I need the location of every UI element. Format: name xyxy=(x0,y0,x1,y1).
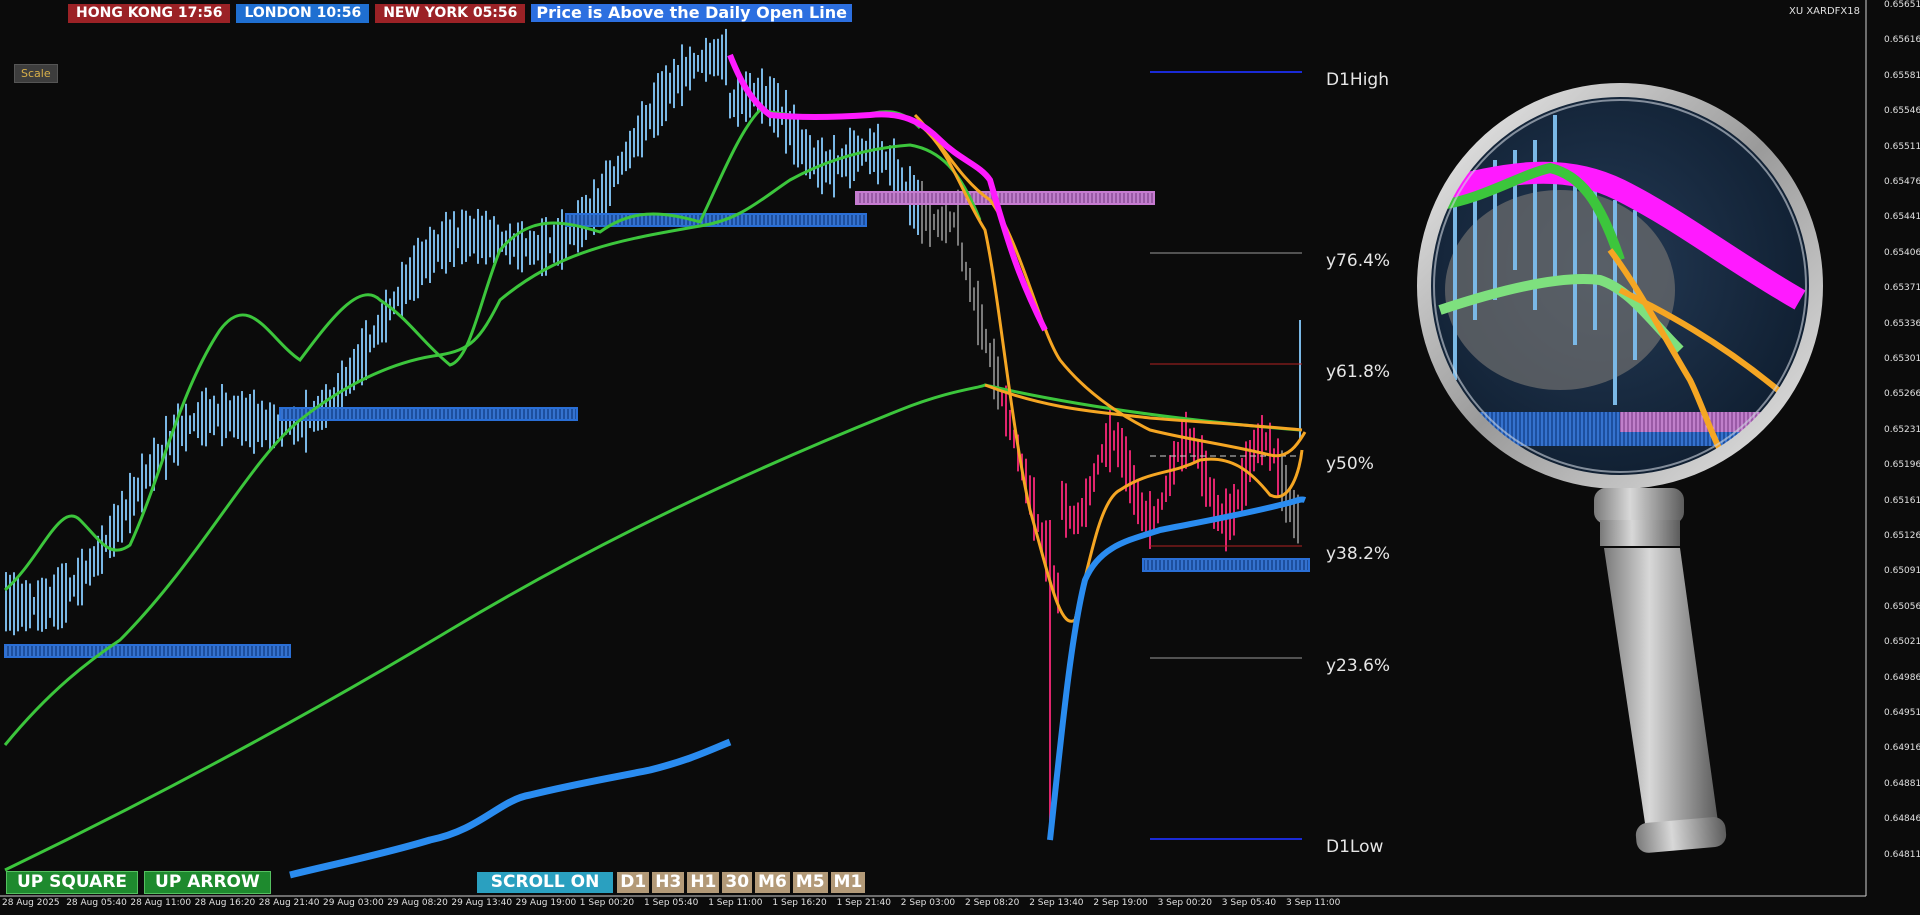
timeframe-m6-button[interactable]: M6 xyxy=(755,872,790,893)
level-d1-high: D1High xyxy=(1326,70,1389,90)
candles-bear xyxy=(1001,385,1279,840)
up-square-button[interactable]: UP SQUARE xyxy=(6,871,139,894)
price-axis-label: 0.64916 xyxy=(1884,743,1920,754)
price-axis-label: 0.64846 xyxy=(1884,814,1920,825)
magnifier-widget[interactable] xyxy=(1417,83,1823,854)
session-london: LONDON 10:56 xyxy=(236,4,370,23)
level-fib-236: y23.6% xyxy=(1326,656,1391,676)
price-axis-label: 0.65336 xyxy=(1884,318,1920,329)
price-chart[interactable] xyxy=(0,0,1920,915)
ma-orange-3 xyxy=(984,383,1303,432)
timeframe-h3-button[interactable]: H3 xyxy=(652,872,685,893)
symbol-label: XU XARDFX18 xyxy=(1788,6,1860,17)
time-axis-label: 28 Aug 21:40 xyxy=(258,898,320,908)
price-axis-label: 0.64811 xyxy=(1884,849,1920,860)
time-axis-label: 29 Aug 08:20 xyxy=(387,898,448,908)
time-axis-label: 29 Aug 03:00 xyxy=(323,898,384,908)
time-axis-label: 2 Sep 08:20 xyxy=(965,898,1020,908)
zone-pink-1 xyxy=(855,191,1155,205)
time-axis-label: 3 Sep 11:00 xyxy=(1286,898,1341,908)
level-fib-50: y50% xyxy=(1326,454,1374,474)
price-axis-label: 0.65091 xyxy=(1884,566,1920,577)
time-axis-label: 3 Sep 05:40 xyxy=(1221,898,1277,908)
ma-medium-green xyxy=(4,108,922,592)
price-axis-label: 0.64986 xyxy=(1884,672,1920,683)
time-axis-label: 2 Sep 03:00 xyxy=(900,898,956,908)
time-axis-label: 1 Sep 16:20 xyxy=(772,898,827,908)
price-axis-label: 0.65161 xyxy=(1884,495,1920,506)
time-axis-label: 1 Sep 21:40 xyxy=(836,898,891,908)
price-axis[interactable] xyxy=(1866,0,1920,900)
level-fib-618: y61.8% xyxy=(1326,362,1391,382)
zone-blue-2 xyxy=(279,407,578,421)
price-axis-label: 0.65651 xyxy=(1884,0,1920,10)
magnifier-handle xyxy=(1604,548,1718,830)
session-clock-bar: HONG KONG 17:56 LONDON 10:56 NEW YORK 05… xyxy=(68,4,852,23)
time-axis-label: 28 Aug 16:20 xyxy=(194,898,256,908)
time-axis-label: 2 Sep 13:40 xyxy=(1029,898,1084,908)
up-arrow-button[interactable]: UP ARROW xyxy=(144,871,271,894)
trading-chart-window: HONG KONG 17:56 LONDON 10:56 NEW YORK 05… xyxy=(0,0,1920,915)
level-d1-low: D1Low xyxy=(1326,837,1384,857)
price-axis-label: 0.65406 xyxy=(1884,247,1920,258)
price-axis-label: 0.65441 xyxy=(1884,212,1920,223)
scroll-toggle-button[interactable]: SCROLL ON xyxy=(476,872,614,893)
timeframe-buttons: D1 H3 H1 30 M6 M5 M1 xyxy=(617,872,866,893)
ma-blue-slow xyxy=(289,738,732,879)
price-axis-label: 0.65511 xyxy=(1884,141,1920,152)
zone-blue-4 xyxy=(1142,558,1310,572)
time-axis-label: 29 Aug 13:40 xyxy=(451,898,513,908)
price-axis-label: 0.65266 xyxy=(1884,389,1920,400)
timeframe-30-button[interactable]: 30 xyxy=(722,872,753,893)
ma-blue-fast xyxy=(1047,496,1307,841)
time-axis-label: 1 Sep 11:00 xyxy=(708,898,763,908)
time-axis-label: 28 Aug 11:00 xyxy=(130,898,192,908)
timeframe-h1-button[interactable]: H1 xyxy=(687,872,720,893)
timeframe-d1-button[interactable]: D1 xyxy=(617,872,650,893)
magnifier-collar xyxy=(1594,488,1684,524)
price-axis-label: 0.65196 xyxy=(1884,460,1920,471)
session-new-york: NEW YORK 05:56 xyxy=(375,4,526,23)
price-axis-label: 0.65581 xyxy=(1884,70,1920,81)
time-axis-label: 3 Sep 00:20 xyxy=(1157,898,1212,908)
price-axis-label: 0.65616 xyxy=(1884,35,1920,46)
magnifier-lens xyxy=(1430,96,1810,476)
price-axis-label: 0.64951 xyxy=(1884,708,1920,718)
time-axis-label: 1 Sep 05:40 xyxy=(644,898,699,908)
scale-button[interactable]: Scale xyxy=(14,64,58,83)
time-axis-label: 28 Aug 05:40 xyxy=(66,898,127,908)
time-axis-label: 28 Aug 2025 xyxy=(2,898,60,908)
price-axis-label: 0.65021 xyxy=(1884,637,1920,648)
time-axis-label: 29 Aug 19:00 xyxy=(515,898,577,908)
price-axis-label: 0.65126 xyxy=(1884,531,1920,541)
price-axis-label: 0.65476 xyxy=(1884,177,1920,187)
bottom-toolbar: UP SQUARE UP ARROW SCROLL ON D1 H3 H1 30… xyxy=(6,871,866,894)
zone-blue-1-fill xyxy=(5,646,290,656)
price-axis-label: 0.65231 xyxy=(1884,424,1920,435)
level-fib-764: y76.4% xyxy=(1326,251,1391,271)
price-axis-label: 0.65546 xyxy=(1884,106,1920,117)
time-axis-label: 2 Sep 19:00 xyxy=(1093,898,1148,908)
price-axis-label: 0.65056 xyxy=(1884,601,1920,612)
time-axis-label: 1 Sep 00:20 xyxy=(579,898,635,908)
price-axis-label: 0.64881 xyxy=(1884,778,1920,789)
session-hong-kong: HONG KONG 17:56 xyxy=(68,4,231,23)
price-axis-label: 0.65301 xyxy=(1884,354,1920,364)
level-fib-382: y38.2% xyxy=(1326,544,1391,564)
daily-open-status: Price is Above the Daily Open Line xyxy=(531,4,852,22)
timeframe-m1-button[interactable]: M1 xyxy=(830,872,866,893)
price-axis-label: 0.65371 xyxy=(1884,283,1920,294)
timeframe-m5-button[interactable]: M5 xyxy=(792,872,828,893)
